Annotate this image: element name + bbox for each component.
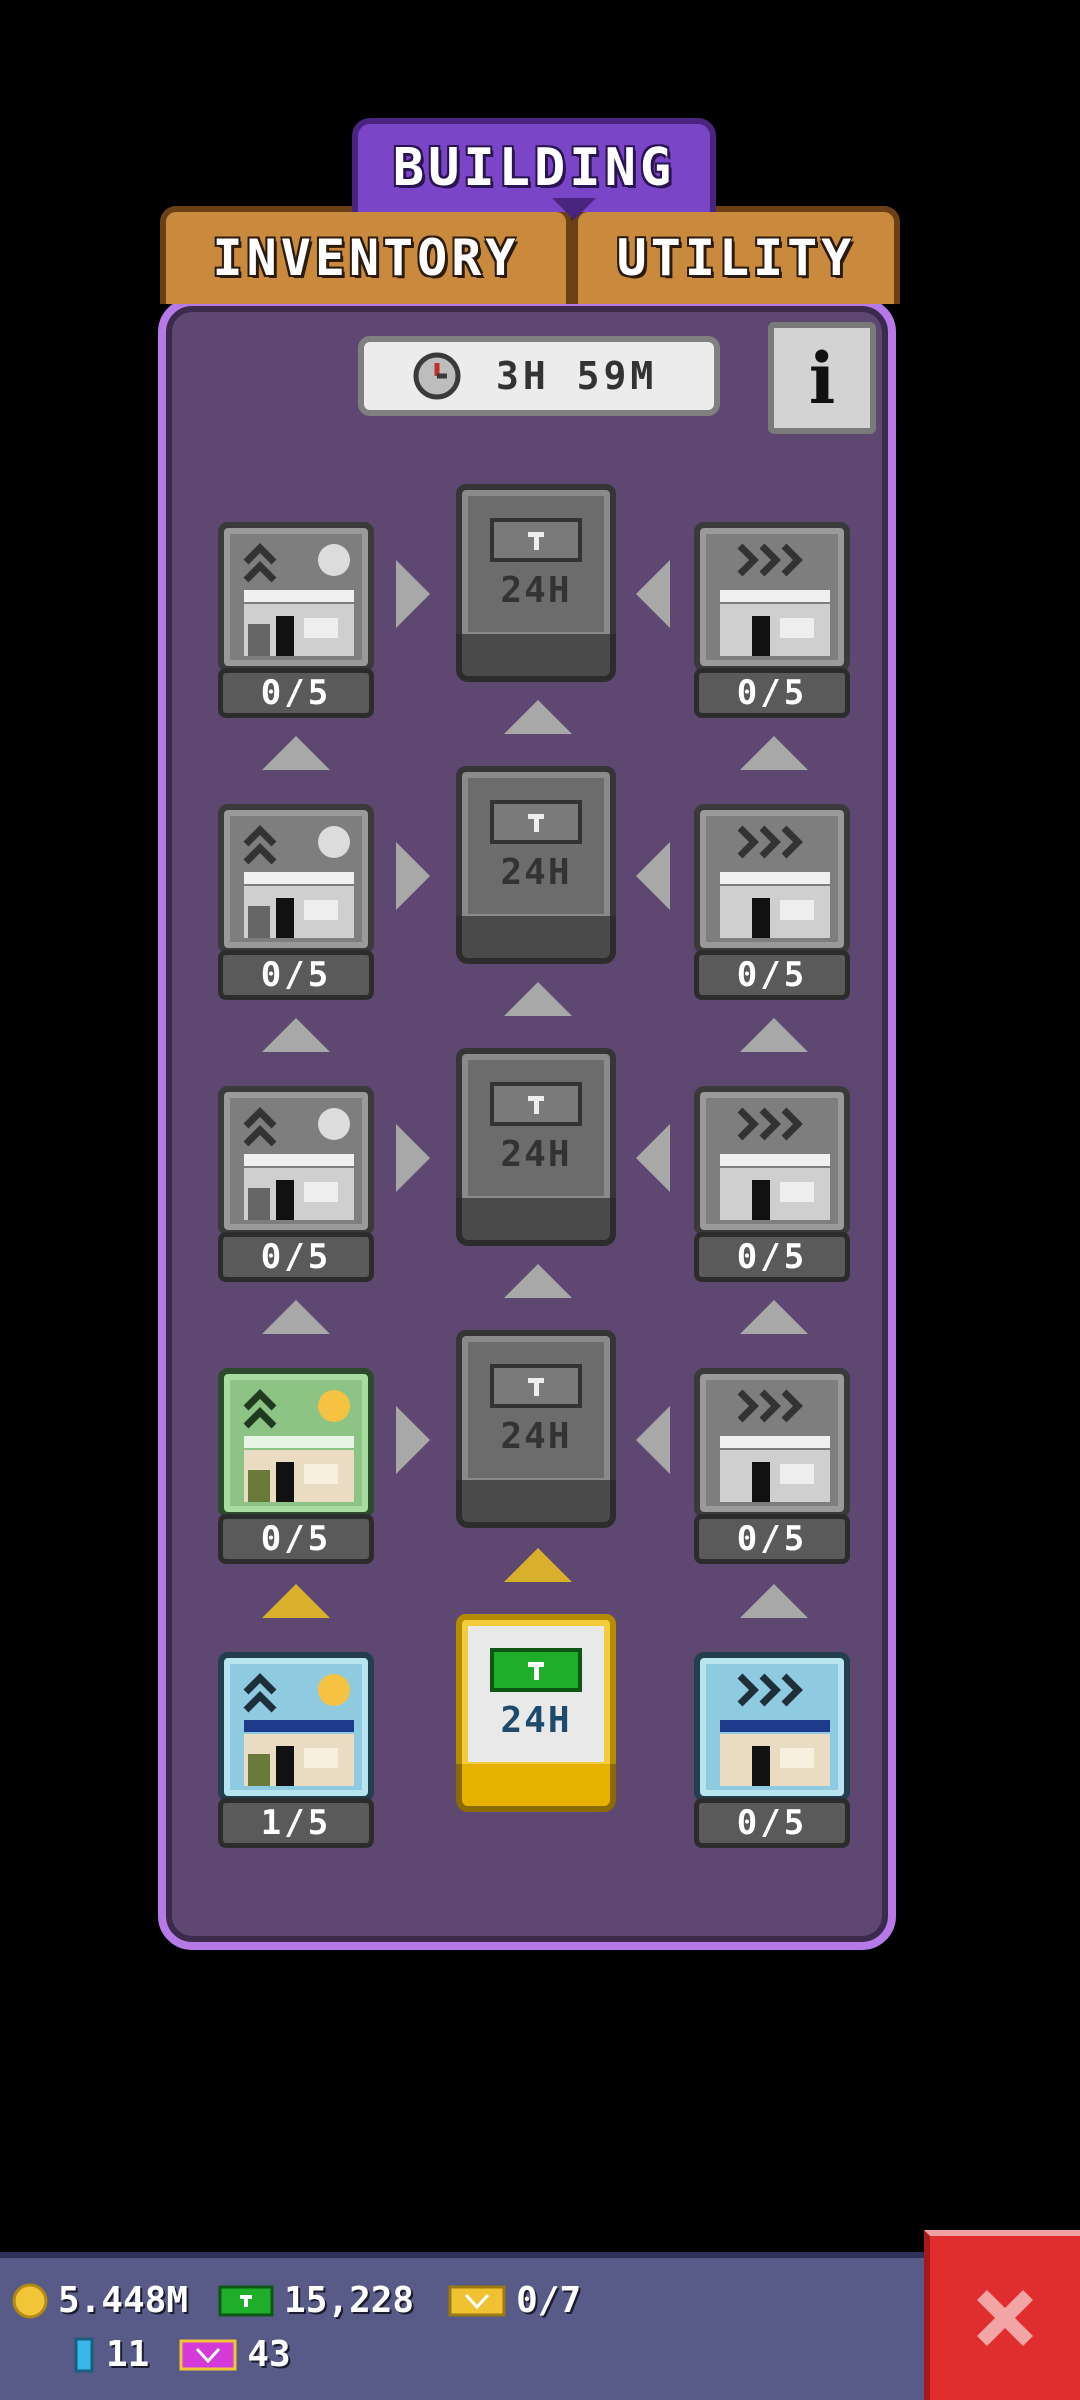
upgrade-left-row4[interactable]: 0/5 [218, 1368, 374, 1566]
upgrade-count: 0/5 [694, 668, 850, 718]
resource-row-top: 5.448M 15,228 0/7 [12, 2280, 581, 2321]
resource-bar [0, 2252, 924, 2400]
arrow-left-icon [636, 1406, 670, 1474]
bux-icon [218, 2285, 274, 2316]
arrow-up-icon [740, 1300, 808, 1334]
tab-inventory[interactable]: INVENTORY [160, 206, 572, 304]
arrow-up-active-icon [504, 1548, 572, 1582]
arrow-up-icon [504, 1264, 572, 1298]
bux-icon [490, 1363, 582, 1408]
upgrade-count: 0/5 [694, 1232, 850, 1282]
upgrade-right-row1[interactable]: 0/5 [694, 522, 850, 720]
tab-utility[interactable]: UTILITY [572, 206, 900, 304]
arrow-right-icon [396, 1406, 430, 1474]
duration-label: 24H [500, 1133, 572, 1175]
upgrade-count: 0/5 [218, 668, 374, 718]
utility-node-row2[interactable]: 24H [456, 766, 616, 966]
bux-value: 15,228 [284, 2280, 415, 2321]
utility-box: 24H [456, 484, 616, 644]
upgrade-left-row3[interactable]: 0/5 [218, 1086, 374, 1284]
arrow-left-icon [636, 1124, 670, 1192]
bux-icon [490, 1081, 582, 1126]
gem-icon [74, 2337, 94, 2372]
speed-upgrade-icon [694, 1086, 850, 1236]
upgrade-count: 0/5 [694, 1514, 850, 1564]
utility-base [456, 634, 616, 682]
utility-base [456, 916, 616, 964]
utility-node-row4[interactable]: 24H [456, 1330, 616, 1530]
building-upgrade-icon [218, 1086, 374, 1236]
arrow-up-icon [262, 1300, 330, 1334]
speed-upgrade-icon [694, 522, 850, 672]
info-icon: i [808, 336, 836, 420]
upgrade-right-row5[interactable]: 0/5 [694, 1652, 850, 1850]
upgrade-left-row2[interactable]: 0/5 [218, 804, 374, 1002]
upgrade-count: 0/5 [218, 1514, 374, 1564]
upgrade-right-row4[interactable]: 0/5 [694, 1368, 850, 1566]
utility-node-row3[interactable]: 24H [456, 1048, 616, 1248]
arrow-right-icon [396, 842, 430, 910]
arrow-up-active-icon [262, 1584, 330, 1618]
duration-label: 24H [500, 1415, 572, 1457]
close-button[interactable] [924, 2230, 1080, 2400]
arrow-up-icon [504, 982, 572, 1016]
building-upgrade-icon [218, 1368, 374, 1518]
ticket-icon [448, 2285, 506, 2316]
active-tab-pointer [552, 198, 596, 220]
utility-box: 24H [456, 1614, 616, 1774]
arrow-up-icon [740, 1018, 808, 1052]
upgrade-left-row1[interactable]: 0/5 [218, 522, 374, 720]
duration-label: 24H [500, 569, 572, 611]
close-icon [977, 2290, 1033, 2346]
bux-icon [490, 517, 582, 562]
upgrade-count: 0/5 [694, 950, 850, 1000]
upgrade-right-row2[interactable]: 0/5 [694, 804, 850, 1002]
utility-node-row5-active[interactable]: 24H [456, 1614, 616, 1814]
timer-display: 3H 59M [358, 336, 720, 416]
tab-building[interactable]: BUILDING [352, 118, 716, 212]
arrow-up-icon [262, 1018, 330, 1052]
building-upgrade-icon [218, 804, 374, 954]
utility-node-row1[interactable]: 24H [456, 484, 616, 684]
arrow-right-icon [396, 1124, 430, 1192]
gems-value: 11 [106, 2334, 150, 2375]
bux-icon [490, 1647, 582, 1692]
upgrade-count: 1/5 [218, 1798, 374, 1848]
resource-row-bottom: 11 43 [72, 2334, 291, 2375]
duration-label: 24H [500, 851, 572, 893]
arrow-right-icon [396, 560, 430, 628]
speed-upgrade-icon [694, 804, 850, 954]
arrow-left-icon [636, 842, 670, 910]
info-button[interactable]: i [768, 322, 876, 434]
speed-upgrade-icon [694, 1368, 850, 1518]
utility-base [456, 1480, 616, 1528]
utility-box: 24H [456, 1048, 616, 1208]
upgrade-count: 0/5 [218, 950, 374, 1000]
coin-icon [12, 2283, 48, 2318]
duration-label: 24H [500, 1699, 572, 1741]
coins-value: 5.448M [58, 2280, 189, 2321]
timer-text: 3H 59M [496, 354, 658, 398]
utility-base [456, 1764, 616, 1812]
arrow-up-icon [504, 700, 572, 734]
building-upgrade-icon [218, 1652, 374, 1802]
utility-box: 24H [456, 766, 616, 926]
upgrade-count: 0/5 [694, 1798, 850, 1848]
bux-icon [490, 799, 582, 844]
arrow-up-icon [740, 1584, 808, 1618]
speed-upgrade-icon [694, 1652, 850, 1802]
utility-box: 24H [456, 1330, 616, 1490]
vip-value: 43 [247, 2334, 291, 2375]
arrow-left-icon [636, 560, 670, 628]
arrow-up-icon [740, 736, 808, 770]
upgrade-right-row3[interactable]: 0/5 [694, 1086, 850, 1284]
utility-base [456, 1198, 616, 1246]
tickets-value: 0/7 [516, 2280, 582, 2321]
building-upgrade-icon [218, 522, 374, 672]
upgrade-left-row5[interactable]: 1/5 [218, 1652, 374, 1850]
arrow-up-icon [262, 736, 330, 770]
upgrade-count: 0/5 [218, 1232, 374, 1282]
clock-icon [413, 352, 461, 400]
vip-ticket-icon [179, 2339, 237, 2370]
